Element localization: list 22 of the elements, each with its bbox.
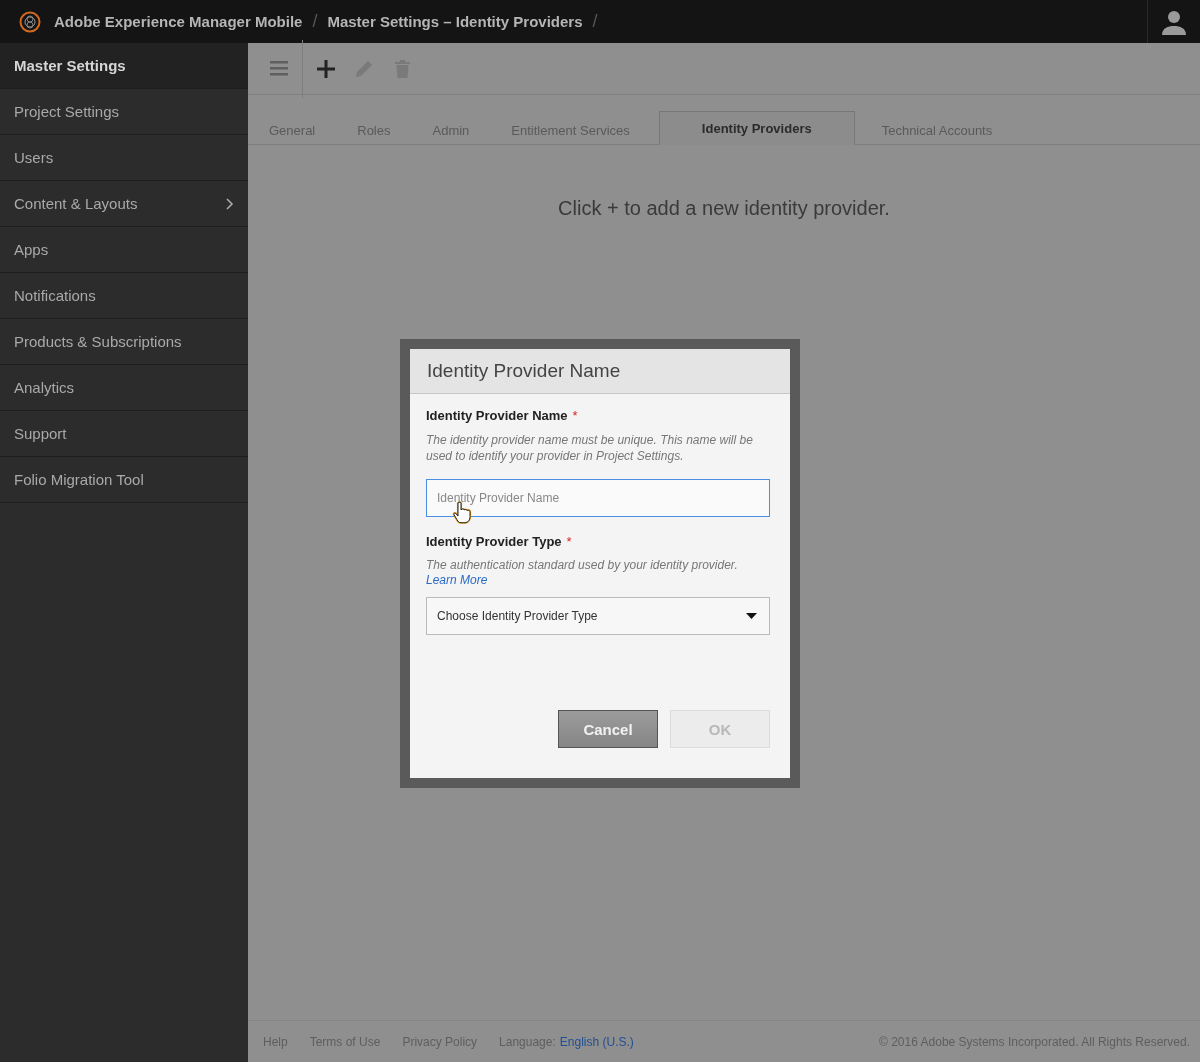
required-mark: * — [572, 408, 578, 423]
caret-icon — [746, 613, 757, 619]
field-label: Identity Provider Name — [426, 408, 568, 423]
empty-message: Click + to add a new identity provider. — [558, 197, 890, 220]
breadcrumb-separator: / — [312, 11, 318, 32]
required-mark: * — [566, 534, 572, 549]
product-name[interactable]: Adobe Experience Manager Mobile — [54, 13, 303, 30]
type-dropdown[interactable]: Choose Identity Provider Type — [426, 597, 770, 635]
breadcrumb-separator: / — [592, 11, 598, 32]
field-label: Identity Provider Type — [426, 534, 562, 549]
menu-icon — [270, 61, 288, 76]
plus-icon — [317, 59, 335, 78]
help-text: The authentication standard used by your identity provider. — [426, 557, 739, 573]
logo-icon — [19, 10, 41, 33]
dialog-title: Identity Provider Name — [410, 349, 790, 394]
user-icon — [1161, 8, 1187, 35]
learn-more-link[interactable]: Learn More — [426, 573, 488, 587]
sidebar-item[interactable]: Master Settings — [0, 43, 248, 89]
help-text: The identity provider name must be unique. This name will be used to identify your provider in Project Settings. — [426, 432, 754, 464]
tab[interactable]: Identity Providers — [658, 111, 855, 145]
breadcrumb[interactable]: Master Settings – Identity Providers — [327, 13, 583, 30]
input-field[interactable]: Identity Provider Name — [426, 479, 770, 517]
